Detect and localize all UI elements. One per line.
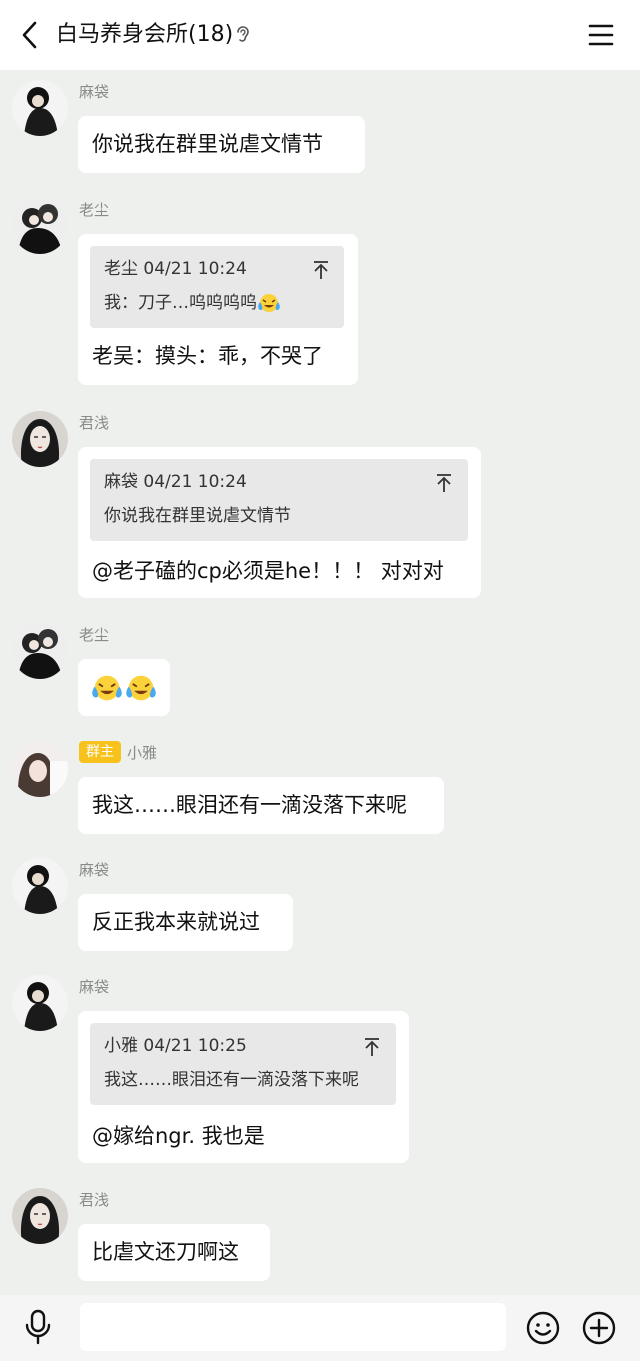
message-bubble[interactable]: 你说我在群里说虐文情节 <box>78 116 365 173</box>
smiley-icon[interactable] <box>526 1311 560 1345</box>
back-button[interactable] <box>14 19 44 51</box>
avatar-image <box>12 623 68 679</box>
avatar-image <box>12 411 68 467</box>
avatar[interactable] <box>12 198 68 254</box>
message-bubble[interactable] <box>78 659 170 716</box>
message-bubble[interactable]: 小雅 04/21 10:25 我这……眼泪还有一滴没落下来呢 @嫁给ngr. 我… <box>78 1011 409 1163</box>
input-bar <box>0 1295 640 1361</box>
jump-to-top-icon[interactable] <box>312 260 330 280</box>
microphone-icon[interactable] <box>22 1309 54 1345</box>
message-bubble[interactable]: 我这……眼泪还有一滴没落下来呢 <box>78 777 444 834</box>
avatar[interactable] <box>12 80 68 136</box>
avatar-image <box>12 198 68 254</box>
message-text: @老子磕的cp必须是he！！！ 对对对 <box>92 559 444 583</box>
message-bubble[interactable]: 老尘 04/21 10:24 我：刀子…呜呜呜呜 老吴：摸头：乖，不哭了 <box>78 234 358 385</box>
quote-text: 我这……眼泪还有一滴没落下来呢 <box>104 1070 359 1090</box>
quote-header: 麻袋 04/21 10:24 <box>104 472 247 492</box>
chat-title: 白马养身会所(18) <box>56 22 234 47</box>
avatar[interactable] <box>12 623 68 679</box>
quoted-message[interactable]: 小雅 04/21 10:25 我这……眼泪还有一滴没落下来呢 <box>90 1023 396 1105</box>
crying-laughing-emoji-icon <box>126 675 156 701</box>
avatar-image <box>12 80 68 136</box>
message-text: @嫁给ngr. 我也是 <box>92 1124 265 1148</box>
quote-header: 小雅 04/21 10:25 <box>104 1036 247 1056</box>
message-text: 比虐文还刀啊这 <box>92 1240 239 1264</box>
quote-header: 老尘 04/21 10:24 <box>104 259 247 279</box>
avatar-image <box>12 1188 68 1244</box>
message-text: 我这……眼泪还有一滴没落下来呢 <box>92 793 407 817</box>
sender-name: 君浅 <box>79 1191 110 1209</box>
avatar[interactable] <box>12 411 68 467</box>
message-text <box>90 672 158 703</box>
chat-header: 白马养身会所(18) <box>0 0 640 70</box>
sender-name: 君浅 <box>79 414 110 432</box>
message-text: 老吴：摸头：乖，不哭了 <box>92 344 323 368</box>
crying-laughing-emoji-icon <box>92 675 122 701</box>
quote-text: 你说我在群里说虐文情节 <box>104 506 291 526</box>
quoted-message[interactable]: 老尘 04/21 10:24 我：刀子…呜呜呜呜 <box>90 246 344 328</box>
message-bubble[interactable]: 麻袋 04/21 10:24 你说我在群里说虐文情节 @老子磕的cp必须是he！… <box>78 447 481 598</box>
crying-laughing-emoji-icon <box>258 294 280 312</box>
jump-to-top-icon[interactable] <box>363 1037 381 1057</box>
jump-to-top-icon[interactable] <box>435 473 453 493</box>
avatar[interactable] <box>12 858 68 914</box>
avatar[interactable] <box>12 741 68 797</box>
quoted-message[interactable]: 麻袋 04/21 10:24 你说我在群里说虐文情节 <box>90 459 468 541</box>
sender-name: 小雅 <box>127 744 158 762</box>
sender-name: 麻袋 <box>79 978 110 996</box>
ear-icon <box>237 26 249 42</box>
avatar-image <box>12 741 68 797</box>
sender-name: 麻袋 <box>79 861 110 879</box>
message-input[interactable] <box>80 1303 506 1351</box>
message-bubble[interactable]: 比虐文还刀啊这 <box>78 1224 270 1281</box>
avatar[interactable] <box>12 1188 68 1244</box>
plus-circle-icon[interactable] <box>582 1311 616 1345</box>
message-text: 你说我在群里说虐文情节 <box>92 132 323 156</box>
sender-name: 老尘 <box>79 626 110 644</box>
avatar[interactable] <box>12 975 68 1031</box>
quote-text: 我：刀子…呜呜呜呜 <box>104 290 281 316</box>
group-owner-badge: 群主 <box>79 741 121 763</box>
menu-icon[interactable] <box>586 22 616 48</box>
sender-name: 老尘 <box>79 201 110 219</box>
chevron-left-icon <box>22 21 37 49</box>
avatar-image <box>12 975 68 1031</box>
sender-name: 麻袋 <box>79 83 110 101</box>
message-text: 反正我本来就说过 <box>92 910 260 934</box>
message-bubble[interactable]: 反正我本来就说过 <box>78 894 293 951</box>
avatar-image <box>12 858 68 914</box>
